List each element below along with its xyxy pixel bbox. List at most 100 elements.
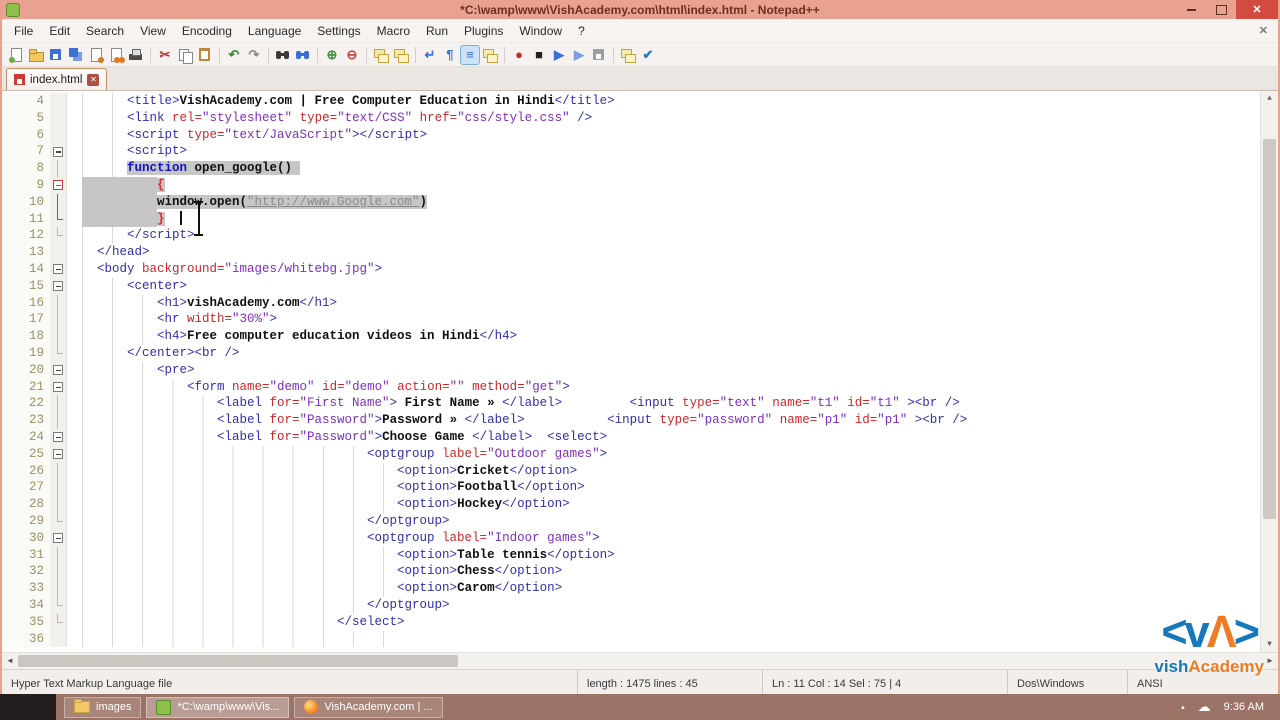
code-text[interactable]: <h4>Free computer education videos in Hi… <box>67 328 517 345</box>
code-text[interactable]: <body background="images/whitebg.jpg"> <box>67 260 382 278</box>
zoom-in-icon[interactable]: ⊕ <box>323 46 341 64</box>
show-indent-guide-icon[interactable]: ≡ <box>460 44 480 65</box>
code-text[interactable]: <script> <box>67 143 187 161</box>
close-all-icon[interactable] <box>107 46 125 64</box>
fold-marker[interactable] <box>50 277 67 295</box>
stop-recording-icon[interactable]: ■ <box>530 46 548 64</box>
code-text[interactable]: </select> <box>67 613 405 631</box>
tab-close-icon[interactable]: ✕ <box>87 73 100 86</box>
code-text[interactable]: <optgroup label="Indoor games"> <box>67 529 600 547</box>
code-text[interactable]: <option>Table tennis</option> <box>67 546 615 564</box>
code-text[interactable]: <h1>vishAcademy.com</h1> <box>67 294 337 312</box>
code-text[interactable]: } <box>67 210 165 228</box>
minimize-button[interactable] <box>1176 0 1206 19</box>
fold-marker[interactable] <box>50 143 67 161</box>
code-text[interactable]: function open_google() <box>67 160 300 177</box>
menu-encoding[interactable]: Encoding <box>174 20 240 42</box>
document-map-icon[interactable] <box>619 46 637 64</box>
menu-edit[interactable]: Edit <box>41 20 78 42</box>
tab-index-html[interactable]: index.html ✕ <box>6 68 108 90</box>
code-text[interactable]: <center> <box>67 277 187 295</box>
code-text[interactable]: </center><br /> <box>67 344 240 362</box>
scroll-up-icon[interactable]: ▲ <box>1261 91 1278 106</box>
run-macro-multiple-icon[interactable]: ▶ <box>570 46 588 64</box>
scroll-left-icon[interactable]: ◄ <box>2 653 18 669</box>
save-all-icon[interactable] <box>67 46 85 64</box>
horizontal-scrollbar[interactable]: ◄ ► <box>2 652 1278 669</box>
code-text[interactable]: <hr width="30%"> <box>67 311 277 329</box>
record-macro-icon[interactable]: ● <box>510 46 528 64</box>
save-icon[interactable] <box>47 46 65 64</box>
paste-icon[interactable] <box>196 46 214 64</box>
fold-marker[interactable] <box>50 529 67 547</box>
taskbar-notepad[interactable]: *C:\wamp\www\Vis... <box>146 696 290 718</box>
menu-search[interactable]: Search <box>78 20 132 42</box>
code-text[interactable]: <title>VishAcademy.com | Free Computer E… <box>67 93 615 110</box>
taskbar-firefox[interactable]: VishAcademy.com | ... <box>294 696 443 718</box>
maximize-button[interactable] <box>1206 0 1236 19</box>
start-corner[interactable] <box>0 694 56 720</box>
word-wrap-icon[interactable]: ↵ <box>421 46 439 64</box>
code-text[interactable]: </head> <box>67 244 150 261</box>
menu-window[interactable]: Window <box>511 20 570 42</box>
code-text[interactable]: window.open("http://www.Google.com") <box>67 193 428 211</box>
code-text[interactable] <box>67 630 413 648</box>
code-text[interactable]: <label for="Password">Choose Game </labe… <box>67 428 607 446</box>
fold-marker[interactable] <box>50 176 67 194</box>
code-text[interactable]: <form name="demo" id="demo" action="" me… <box>67 378 570 396</box>
redo-icon[interactable]: ↷ <box>245 46 263 64</box>
menu-run[interactable]: Run <box>418 20 456 42</box>
play-macro-icon[interactable]: ▶ <box>550 46 568 64</box>
taskbar-images-folder[interactable]: images <box>64 696 142 718</box>
show-all-characters-icon[interactable]: ¶ <box>441 46 459 64</box>
print-icon[interactable] <box>127 46 145 64</box>
code-text[interactable]: <optgroup label="Outdoor games"> <box>67 445 607 463</box>
find-icon[interactable] <box>274 46 292 64</box>
code-text[interactable]: <pre> <box>67 361 195 379</box>
user-defined-dialog-icon[interactable] <box>481 46 499 64</box>
fold-marker[interactable] <box>50 378 67 396</box>
menu-view[interactable]: View <box>132 20 174 42</box>
zoom-out-icon[interactable]: ⊖ <box>343 46 361 64</box>
code-text[interactable]: </optgroup> <box>67 512 450 530</box>
code-text[interactable]: <link rel="stylesheet" type="text/CSS" h… <box>67 109 592 127</box>
code-text[interactable]: <option>Cricket</option> <box>67 462 577 480</box>
menu-file[interactable]: File <box>6 20 41 42</box>
scroll-right-icon[interactable]: ► <box>1262 653 1278 669</box>
code-text[interactable]: <option>Football</option> <box>67 479 585 497</box>
code-text[interactable]: </optgroup> <box>67 596 450 614</box>
code-text[interactable]: <option>Carom</option> <box>67 580 562 597</box>
menu-settings[interactable]: Settings <box>309 20 368 42</box>
vertical-scrollbar[interactable]: ▲ ▼ <box>1260 91 1278 652</box>
fold-marker[interactable] <box>50 445 67 463</box>
code-text[interactable]: <option>Hockey</option> <box>67 496 570 513</box>
close-icon[interactable] <box>87 46 105 64</box>
sync-horizontal-scrolling-icon[interactable] <box>392 46 410 64</box>
new-file-icon[interactable] <box>7 46 25 64</box>
vertical-scrollbar-thumb[interactable] <box>1263 139 1276 519</box>
menu-macro[interactable]: Macro <box>369 20 418 42</box>
code-text[interactable]: </script> <box>67 227 195 245</box>
tray-expand-icon[interactable]: ▴ <box>1181 703 1185 711</box>
fold-marker[interactable] <box>50 428 67 446</box>
fold-marker[interactable] <box>50 361 67 379</box>
copy-icon[interactable] <box>176 46 194 64</box>
code-text[interactable]: { <box>67 176 165 194</box>
open-file-icon[interactable] <box>27 46 45 64</box>
save-macro-icon[interactable] <box>590 46 608 64</box>
replace-icon[interactable] <box>294 46 312 64</box>
menu-help[interactable]: ? <box>570 20 593 42</box>
close-document-icon[interactable]: ✕ <box>1259 24 1268 37</box>
spell-check-icon[interactable]: ✔ <box>639 46 657 64</box>
code-text[interactable]: <label for="Password">Password » </label… <box>67 412 967 429</box>
menu-plugins[interactable]: Plugins <box>456 20 511 42</box>
cut-icon[interactable]: ✂ <box>156 46 174 64</box>
menu-language[interactable]: Language <box>240 20 309 42</box>
clock[interactable]: 9:36 AM <box>1224 701 1264 713</box>
undo-icon[interactable]: ↶ <box>225 46 243 64</box>
code-text[interactable]: <option>Chess</option> <box>67 563 562 581</box>
fold-marker[interactable] <box>50 260 67 278</box>
horizontal-scrollbar-thumb[interactable] <box>18 655 458 667</box>
code-text[interactable]: <script type="text/JavaScript"></script> <box>67 126 427 144</box>
code-text[interactable]: <label for="First Name"> First Name » </… <box>67 395 960 413</box>
